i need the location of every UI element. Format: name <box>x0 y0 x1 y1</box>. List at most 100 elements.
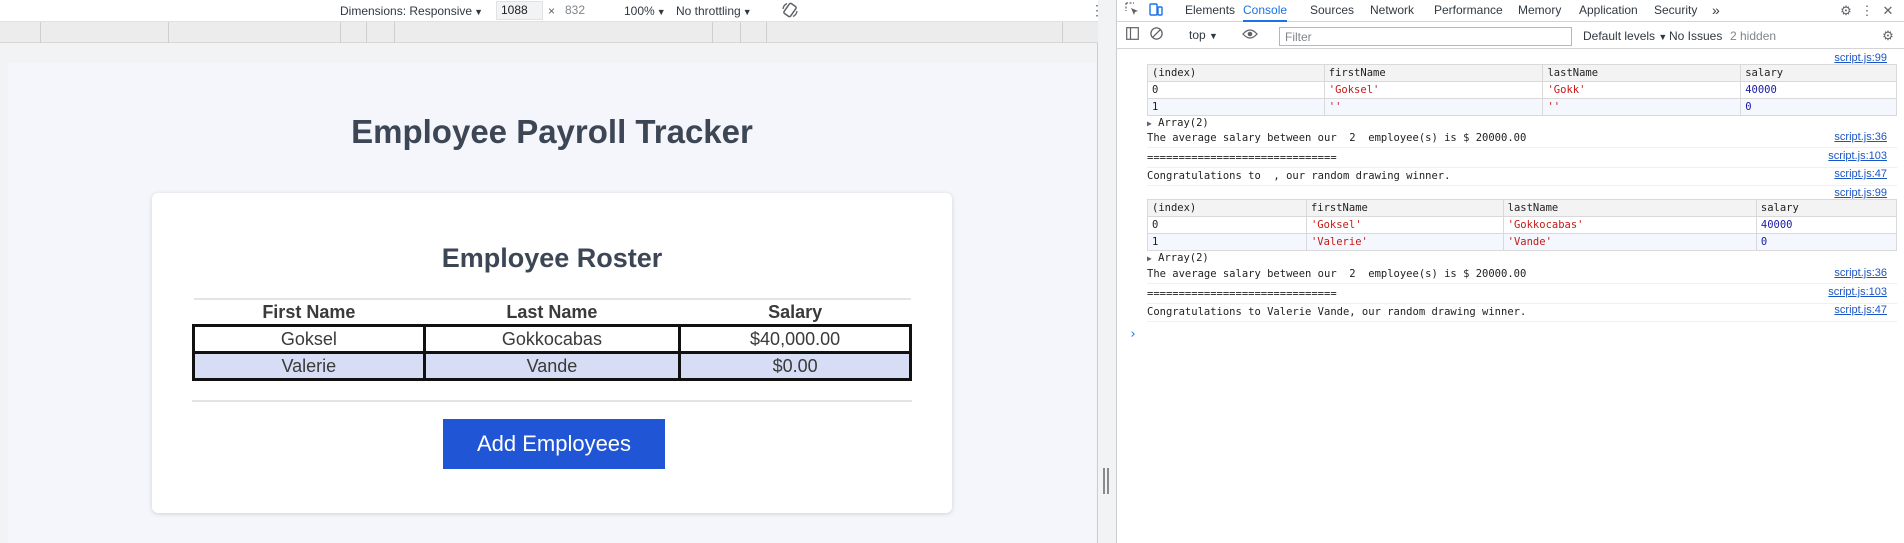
console-table-header[interactable]: firstName <box>1305 199 1504 217</box>
cell-first-name: Goksel <box>192 324 426 354</box>
cell-index: 0 <box>1147 81 1325 99</box>
cell-last-name: '' <box>1542 98 1742 116</box>
device-toggle-icon[interactable] <box>1147 2 1165 20</box>
source-link[interactable]: script.js:103 <box>1828 286 1887 298</box>
table-row: 0 'Goksel' 'Gokk' 40000 <box>1147 81 1897 99</box>
console-table: (index) firstName lastName salary 0 'Gok… <box>1147 64 1897 116</box>
cell-first-name: '' <box>1323 98 1544 116</box>
console-settings-gear-icon[interactable]: ⚙ <box>1879 27 1897 45</box>
console-filter-input[interactable] <box>1279 27 1572 46</box>
column-header-salary: Salary <box>679 298 911 326</box>
source-link[interactable]: script.js:36 <box>1834 131 1887 143</box>
card-divider <box>192 400 912 402</box>
cell-last-name: 'Gokkocabas' <box>1502 216 1757 234</box>
zoom-dropdown[interactable]: 100% ▼ <box>624 3 666 20</box>
hidden-messages-count: 2 hidden <box>1730 29 1777 43</box>
cell-first-name: Valerie <box>192 351 426 381</box>
cell-salary: 0 <box>1755 233 1898 251</box>
message-text: Congratulations to , our random drawing … <box>1147 170 1451 182</box>
tab-security[interactable]: Security <box>1654 0 1697 22</box>
cell-first-name: 'Goksel' <box>1305 216 1504 234</box>
device-toolbar: Dimensions: Responsive ▼ 1088 × 832 100% ▼… <box>0 0 1104 23</box>
throttling-dropdown[interactable]: No throttling ▼ <box>676 3 752 20</box>
issues-indicator[interactable]: No Issues <box>1669 29 1722 43</box>
array-label: Array(2) <box>1158 252 1209 264</box>
console-table-header[interactable]: salary <box>1755 199 1898 217</box>
employee-table: First Name Last Name Salary Goksel Gokko… <box>192 298 912 381</box>
tab-memory[interactable]: Memory <box>1518 0 1561 22</box>
console-table-header[interactable]: salary <box>1740 64 1897 82</box>
cell-last-name: Gokkocabas <box>422 324 682 354</box>
devtools-panel: Elements Console Sources Network Perform… <box>1116 0 1904 543</box>
log-levels-dropdown[interactable]: Default levels ▼ <box>1583 29 1667 43</box>
table-row: 1 'Valerie' 'Vande' 0 <box>1147 233 1898 251</box>
devtools-menu-icon[interactable]: ⋮ <box>1858 2 1876 20</box>
rotate-icon[interactable] <box>781 1 799 23</box>
console-toolbar: top ▼ Default levels ▼ No Issues 2 hidde… <box>1117 23 1904 49</box>
source-link[interactable]: script.js:99 <box>1834 187 1887 199</box>
source-link[interactable]: script.js:47 <box>1834 168 1887 180</box>
source-link[interactable]: script.js:103 <box>1828 150 1887 162</box>
throttling-label: No throttling <box>676 4 741 18</box>
cell-index: 1 <box>1147 98 1325 116</box>
caret-down-icon: ▼ <box>1658 32 1668 42</box>
cell-salary: 0 <box>1740 98 1897 116</box>
console-prompt-input[interactable]: › <box>1129 327 1137 342</box>
tab-console[interactable]: Console <box>1243 0 1288 22</box>
cell-salary: $0.00 <box>678 351 912 381</box>
console-message: Congratulations to Valerie Vande, our ra… <box>1147 302 1897 322</box>
source-link[interactable]: script.js:47 <box>1834 304 1887 316</box>
times-icon: × <box>548 4 556 18</box>
console-table-header[interactable]: firstName <box>1323 64 1544 82</box>
caret-down-icon: ▼ <box>656 7 666 17</box>
console-log: script.js:99 (index) firstName lastName … <box>1117 50 1904 543</box>
panel-splitter[interactable] <box>1098 0 1116 543</box>
page-title: Employee Payroll Tracker <box>351 113 753 150</box>
sidebar-toggle-icon[interactable] <box>1123 27 1141 45</box>
table-row: 0 'Goksel' 'Gokkocabas' 40000 <box>1147 216 1898 234</box>
close-devtools-icon[interactable]: ✕ <box>1879 2 1897 20</box>
page-viewport: Employee Payroll Tracker Employee Roster… <box>8 63 1096 543</box>
tab-network[interactable]: Network <box>1370 0 1414 22</box>
height-input[interactable]: 832 <box>560 1 604 20</box>
live-expression-eye-icon[interactable] <box>1241 27 1259 45</box>
tab-application[interactable]: Application <box>1579 0 1638 22</box>
dimensions-label: Dimensions: Responsive <box>340 4 473 18</box>
settings-gear-icon[interactable]: ⚙ <box>1837 2 1855 20</box>
add-employees-button[interactable]: Add Employees <box>443 419 665 469</box>
console-table-header[interactable]: lastName <box>1542 64 1742 82</box>
cell-salary: 40000 <box>1755 216 1898 234</box>
cell-first-name: 'Valerie' <box>1305 233 1504 251</box>
console-table-header[interactable]: (index) <box>1147 64 1325 82</box>
width-input[interactable]: 1088 <box>496 1 543 20</box>
cell-last-name: 'Gokk' <box>1542 81 1742 99</box>
media-query-ruler <box>0 22 1098 43</box>
console-source-line: script.js:99 <box>1147 187 1897 199</box>
message-text: Congratulations to Valerie Vande, our ra… <box>1147 306 1527 318</box>
source-link[interactable]: script.js:36 <box>1834 267 1887 279</box>
source-link[interactable]: script.js:99 <box>1834 52 1887 64</box>
triangle-right-icon: ▶ <box>1147 254 1152 263</box>
roster-title: Employee Roster <box>441 243 663 273</box>
triangle-right-icon: ▶ <box>1147 119 1152 128</box>
clear-console-icon[interactable] <box>1147 27 1165 45</box>
log-levels-label: Default levels <box>1583 29 1656 43</box>
console-table-header[interactable]: lastName <box>1502 199 1757 217</box>
roster-card: Employee Roster First Name Last Name Sal… <box>152 193 952 513</box>
console-message: ============================== script.js… <box>1147 284 1897 304</box>
more-tabs-icon[interactable]: » <box>1712 0 1720 22</box>
resize-handle[interactable] <box>1103 468 1109 494</box>
device-emulation-area: Dimensions: Responsive ▼ 1088 × 832 100% ▼… <box>0 0 1104 543</box>
tab-elements[interactable]: Elements <box>1185 0 1235 22</box>
tab-performance[interactable]: Performance <box>1434 0 1503 22</box>
console-message: ============================== script.js… <box>1147 148 1897 168</box>
cell-last-name: Vande <box>422 351 682 381</box>
dimensions-dropdown[interactable]: Dimensions: Responsive ▼ <box>340 3 483 20</box>
cell-index: 0 <box>1147 216 1307 234</box>
console-message: The average salary between our 2 employe… <box>1147 264 1897 284</box>
cell-salary: $40,000.00 <box>678 324 912 354</box>
console-table-header[interactable]: (index) <box>1147 199 1307 217</box>
inspect-element-icon[interactable] <box>1123 2 1141 20</box>
context-selector[interactable]: top ▼ <box>1189 28 1218 42</box>
tab-sources[interactable]: Sources <box>1310 0 1354 22</box>
